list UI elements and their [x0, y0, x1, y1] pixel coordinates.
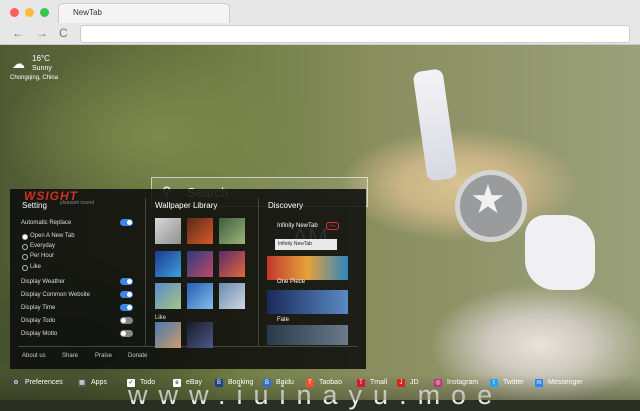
gear-icon: ⚙ [12, 379, 20, 387]
radio-like[interactable] [22, 265, 28, 271]
shortcut-label: Messenger [548, 379, 583, 386]
toggle-label: Display Motto [21, 331, 58, 337]
toggle-label: Display Common Website [21, 292, 90, 298]
star-icon: ★ [470, 178, 506, 222]
discovery-card-fate[interactable] [267, 290, 348, 314]
shortcut-label: Twitter [503, 379, 524, 386]
back-arrow-icon[interactable]: ← [12, 27, 24, 39]
twitter-icon: t [490, 379, 498, 387]
radio-label: Like [30, 264, 42, 270]
automatic-replace-label: Automatic Replace [21, 220, 72, 226]
wallpaper-thumbnail[interactable] [219, 251, 245, 277]
pro-badge: Pro [326, 222, 339, 230]
ebay-icon: e [173, 379, 181, 387]
baidu-icon: B [263, 379, 271, 387]
close-window-button[interactable] [10, 8, 19, 17]
shortcut-label: Booking [228, 379, 254, 386]
weather-location: Chongqing, China [10, 75, 59, 81]
display-motto-toggle[interactable] [120, 330, 133, 337]
radio-everyday[interactable] [22, 244, 28, 250]
shortcut-label: Todo [140, 379, 156, 386]
share-link[interactable]: Share [62, 353, 78, 359]
shortcut-label: eBay [186, 379, 202, 386]
brand-tagline: pleasant sound [60, 200, 94, 206]
shortcut-label: Baidu [276, 379, 294, 386]
wallpaper-thumbnail[interactable] [187, 251, 213, 277]
tmall-icon: T [357, 379, 365, 387]
wallpaper-thumbnail[interactable] [155, 251, 181, 277]
taobao-icon: T [306, 379, 314, 387]
wallpaper-thumbnail[interactable] [187, 322, 213, 348]
shortcut-label: Preferences [25, 379, 63, 386]
radio-label: Per Hour [30, 253, 55, 259]
display-todo-toggle[interactable] [120, 317, 133, 324]
minimize-window-button[interactable] [25, 8, 34, 17]
glove-shape [525, 215, 595, 290]
booking-icon: B [215, 379, 223, 387]
wallpaper-thumbnail[interactable] [219, 218, 245, 244]
setting-title: Setting [22, 201, 47, 210]
wallpaper-thumbnail[interactable] [187, 218, 213, 244]
tab-title: NewTab [73, 8, 102, 17]
discovery-card-label: Fate [277, 317, 290, 323]
radio-per-hour[interactable] [22, 254, 28, 260]
discovery-dropdown[interactable]: Infinity NewTab [275, 239, 337, 250]
forward-arrow-icon[interactable]: → [36, 27, 48, 39]
wallpaper-thumbnail[interactable] [155, 283, 181, 309]
display-time-toggle[interactable] [120, 304, 133, 311]
shortcut-label: JD [410, 379, 419, 386]
shortcut-label: Tmall [370, 379, 388, 386]
automatic-replace-toggle[interactable] [120, 219, 133, 226]
instagram-icon: ◎ [434, 379, 442, 387]
apps-grid-icon: ▦ [78, 379, 86, 387]
wallpaper-thumbnail[interactable] [155, 218, 181, 244]
discovery-title: Discovery [268, 201, 304, 210]
weather-condition: Sunny [32, 65, 52, 72]
discovery-card-one-piece[interactable] [267, 256, 348, 280]
sun-cloud-icon: ☁ [12, 56, 25, 71]
toggle-label: Display Time [21, 305, 56, 311]
donate-link[interactable]: Donate [128, 353, 147, 359]
address-bar[interactable] [80, 25, 630, 43]
discovery-card-label: One Piece [277, 279, 306, 285]
jd-icon: J [397, 379, 405, 387]
divider [145, 198, 146, 346]
discovery-header-item: Infinity NewTab [277, 223, 318, 229]
display-weather-toggle[interactable] [120, 278, 133, 285]
radio-label: Everyday [30, 243, 56, 249]
weather-temperature: 16°C [32, 54, 50, 63]
wallpaper-thumbnail[interactable] [219, 283, 245, 309]
discovery-card[interactable] [267, 325, 348, 345]
messenger-icon: m [535, 379, 543, 387]
about-us-link[interactable]: About us [22, 353, 46, 359]
shortcut-label: Taobao [319, 379, 342, 386]
maximize-window-button[interactable] [40, 8, 49, 17]
divider [258, 198, 259, 346]
praise-link[interactable]: Praise [95, 353, 112, 359]
toggle-label: Display Todo [21, 318, 56, 324]
wallpaper-thumbnail[interactable] [187, 283, 213, 309]
display-common-website-toggle[interactable] [120, 291, 133, 298]
like-label: Like [155, 315, 167, 321]
todo-icon: ✓ [127, 379, 135, 387]
radio-open-new-tab[interactable] [22, 234, 28, 240]
reload-icon[interactable]: C [59, 27, 68, 39]
toggle-label: Display Weather [21, 279, 65, 285]
browser-chrome: NewTab ← → C [0, 0, 640, 45]
radio-label: Open A New Tab [30, 233, 75, 239]
shortcut-label: Apps [91, 379, 107, 386]
browser-tab[interactable]: NewTab [58, 3, 230, 23]
shortcut-label: Instagram [447, 379, 479, 386]
wallpaper-library-title: Wallpaper Library [155, 201, 218, 210]
wallpaper-thumbnail[interactable] [155, 322, 181, 348]
